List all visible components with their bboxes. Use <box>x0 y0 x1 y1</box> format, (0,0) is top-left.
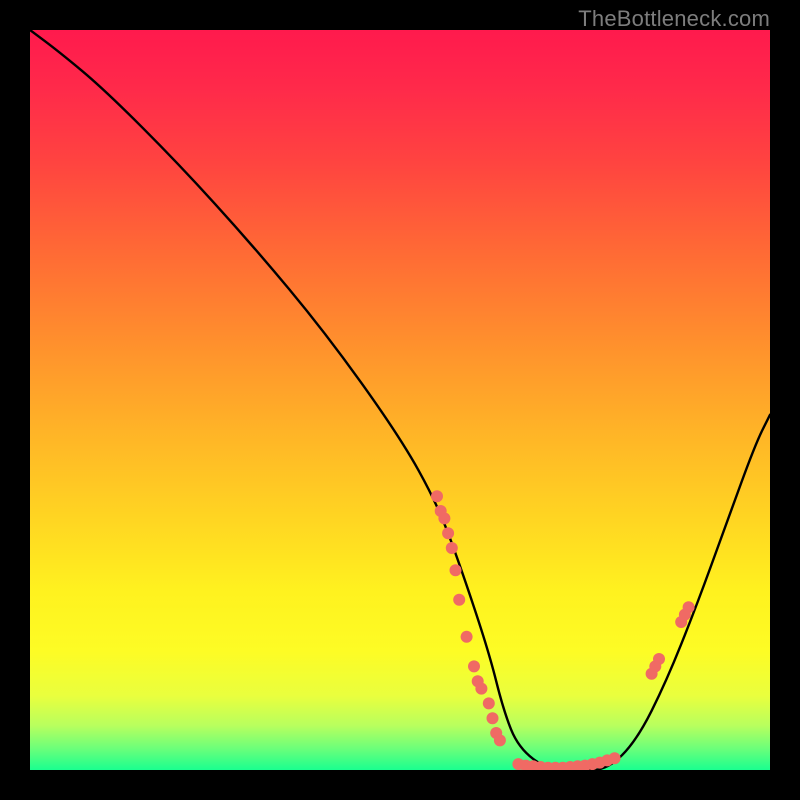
data-point <box>475 683 487 695</box>
data-point <box>446 542 458 554</box>
data-point <box>494 734 506 746</box>
data-point <box>683 601 695 613</box>
data-point <box>442 527 454 539</box>
watermark-text: TheBottleneck.com <box>578 6 770 32</box>
data-point <box>461 631 473 643</box>
data-point <box>653 653 665 665</box>
data-point <box>453 594 465 606</box>
data-point <box>450 564 462 576</box>
data-point <box>431 490 443 502</box>
data-point <box>483 697 495 709</box>
chart-svg <box>30 30 770 770</box>
data-point <box>438 512 450 524</box>
data-point <box>609 752 621 764</box>
data-point <box>487 712 499 724</box>
chart-plot-area <box>30 30 770 770</box>
data-point <box>468 660 480 672</box>
data-points-group <box>431 490 695 770</box>
